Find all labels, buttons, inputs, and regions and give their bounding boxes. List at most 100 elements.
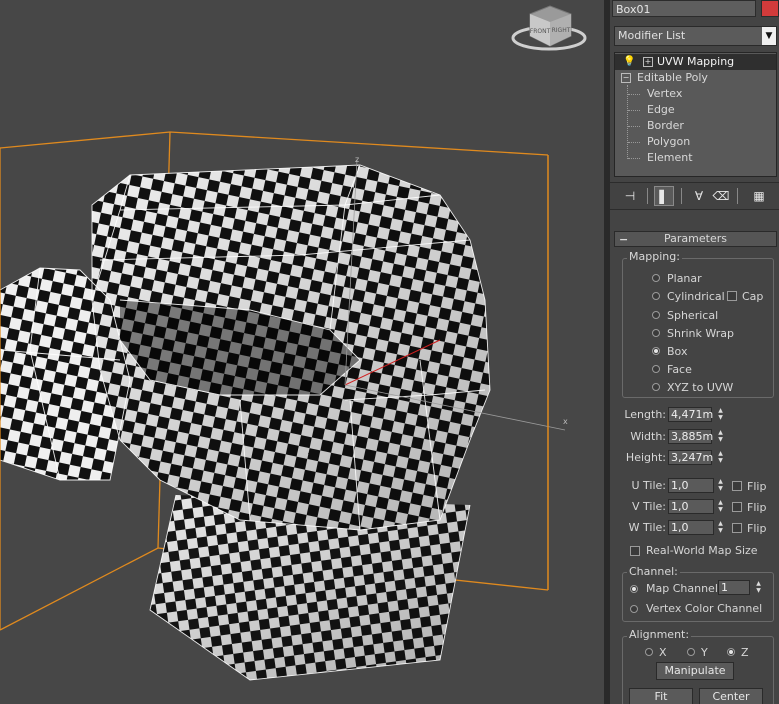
stack-item-editable-poly[interactable]: − Editable Poly <box>615 70 776 86</box>
radio-align-z[interactable] <box>727 648 735 656</box>
u-tile-field[interactable]: 1,0 <box>668 478 714 493</box>
stack-item-label: Edge <box>647 103 675 116</box>
radio-spherical[interactable] <box>652 311 660 319</box>
stack-item-label: Border <box>647 119 684 132</box>
axis-z-label: z <box>355 155 359 164</box>
center-button[interactable]: Center <box>699 688 763 704</box>
viewcube-right-label: RIGHT <box>552 27 571 34</box>
align-x-label: X <box>659 646 667 659</box>
stack-subitem-border[interactable]: Border <box>615 118 776 134</box>
modifier-stack[interactable]: 💡 + UVW Mapping − Editable Poly Vertex E… <box>614 52 777 177</box>
w-tile-spinner[interactable]: ▲ ▼ <box>716 520 725 535</box>
modify-panel: Box01 Modifier List ▼ 💡 + UVW Mapping − … <box>610 0 779 704</box>
rollout-title: Parameters <box>664 232 727 245</box>
pin-stack-icon[interactable]: ⊣ <box>620 186 640 206</box>
stack-item-label: Vertex <box>647 87 683 100</box>
radio-map-channel[interactable] <box>630 585 638 593</box>
viewport-canvas: FRONT RIGHT x z <box>0 5 587 681</box>
v-flip-checkbox[interactable] <box>732 502 742 512</box>
box-label: Box <box>667 345 688 358</box>
map-channel-label: Map Channel: <box>646 582 722 595</box>
v-flip-label: Flip <box>747 501 767 514</box>
radio-xyz-to-uvw[interactable] <box>652 383 660 391</box>
modifier-list-label: Modifier List <box>618 29 686 42</box>
radio-planar[interactable] <box>652 274 660 282</box>
u-tile-spinner[interactable]: ▲ ▼ <box>716 478 725 493</box>
w-tile-label: W Tile: <box>628 521 666 534</box>
w-flip-checkbox[interactable] <box>732 523 742 533</box>
radio-face[interactable] <box>652 365 660 373</box>
parameters-rollout-header[interactable]: − Parameters <box>614 231 777 247</box>
width-spinner[interactable]: ▲ ▼ <box>716 429 725 444</box>
stack-toolbar: ⊣ ▌ ∀ ⌫ ▦ <box>610 182 779 210</box>
mapping-group-title: Mapping: <box>627 250 682 263</box>
make-unique-icon[interactable]: ∀ <box>689 186 709 206</box>
v-tile-spinner[interactable]: ▲ ▼ <box>716 499 725 514</box>
radio-align-x[interactable] <box>645 648 653 656</box>
map-channel-spinner[interactable]: ▲ ▼ <box>754 580 763 595</box>
shrink-wrap-label: Shrink Wrap <box>667 327 734 340</box>
align-z-label: Z <box>741 646 749 659</box>
vertex-color-channel-label: Vertex Color Channel <box>646 602 763 615</box>
collapse-icon[interactable]: − <box>621 73 631 83</box>
chevron-down-icon[interactable]: ▼ <box>762 27 776 45</box>
length-label: Length: <box>624 408 666 421</box>
spherical-label: Spherical <box>667 309 719 322</box>
u-flip-label: Flip <box>747 480 767 493</box>
map-channel-field[interactable]: 1 <box>718 580 750 595</box>
object-color-swatch[interactable] <box>761 0 779 17</box>
toolbar-divider <box>681 188 682 204</box>
head-mesh[interactable]: x z <box>0 155 568 681</box>
stack-item-label: Polygon <box>647 135 691 148</box>
v-tile-field[interactable]: 1,0 <box>668 499 714 514</box>
v-tile-label: V Tile: <box>632 500 666 513</box>
remove-modifier-icon[interactable]: ⌫ <box>711 186 731 206</box>
u-tile-label: U Tile: <box>631 479 666 492</box>
real-world-map-size-checkbox[interactable] <box>630 546 640 556</box>
stack-subitem-polygon[interactable]: Polygon <box>615 134 776 150</box>
face-label: Face <box>667 363 692 376</box>
radio-align-y[interactable] <box>687 648 695 656</box>
expand-icon[interactable]: + <box>643 57 653 67</box>
radio-cylindrical[interactable] <box>652 292 660 300</box>
w-tile-field[interactable]: 1,0 <box>668 520 714 535</box>
toolbar-divider <box>737 188 738 204</box>
height-field[interactable]: 3,247m <box>668 450 713 465</box>
fit-button[interactable]: Fit <box>629 688 693 704</box>
modifier-list-dropdown[interactable]: Modifier List ▼ <box>614 26 777 46</box>
channel-group-title: Channel: <box>627 565 680 578</box>
object-name-field[interactable]: Box01 <box>612 0 756 17</box>
real-world-map-size-label: Real-World Map Size <box>646 544 758 557</box>
manipulate-button[interactable]: Manipulate <box>656 662 734 680</box>
viewcube-front-label: FRONT <box>530 28 551 35</box>
stack-item-uvw-mapping[interactable]: 💡 + UVW Mapping <box>615 54 776 70</box>
stack-subitem-vertex[interactable]: Vertex <box>615 86 776 102</box>
length-field[interactable]: 4,471m <box>668 407 713 422</box>
stack-item-label: UVW Mapping <box>657 55 735 68</box>
radio-box[interactable] <box>652 347 660 355</box>
cap-checkbox[interactable] <box>727 291 737 301</box>
radio-vertex-color-channel[interactable] <box>630 605 638 613</box>
w-flip-label: Flip <box>747 522 767 535</box>
stack-item-label: Editable Poly <box>637 71 708 84</box>
tree-leader <box>628 142 640 143</box>
axis-x-label: x <box>563 417 568 426</box>
lightbulb-icon[interactable]: 💡 <box>623 54 635 70</box>
tree-leader <box>628 94 640 95</box>
configure-modifier-sets-icon[interactable]: ▦ <box>749 186 769 206</box>
align-y-label: Y <box>701 646 708 659</box>
stack-subitem-edge[interactable]: Edge <box>615 102 776 118</box>
length-spinner[interactable]: ▲ ▼ <box>716 407 725 422</box>
tree-leader <box>628 158 640 159</box>
toolbar-divider <box>647 188 648 204</box>
height-spinner[interactable]: ▲ ▼ <box>716 450 725 465</box>
height-label: Height: <box>625 451 666 464</box>
perspective-viewport[interactable]: FRONT RIGHT x z <box>0 0 604 704</box>
width-field[interactable]: 3,885m <box>668 429 713 444</box>
show-end-result-icon[interactable]: ▌ <box>654 186 674 206</box>
viewcube[interactable]: FRONT RIGHT <box>511 5 587 51</box>
stack-subitem-element[interactable]: Element <box>615 150 776 166</box>
radio-shrink-wrap[interactable] <box>652 329 660 337</box>
cap-label: Cap <box>742 290 764 303</box>
u-flip-checkbox[interactable] <box>732 481 742 491</box>
